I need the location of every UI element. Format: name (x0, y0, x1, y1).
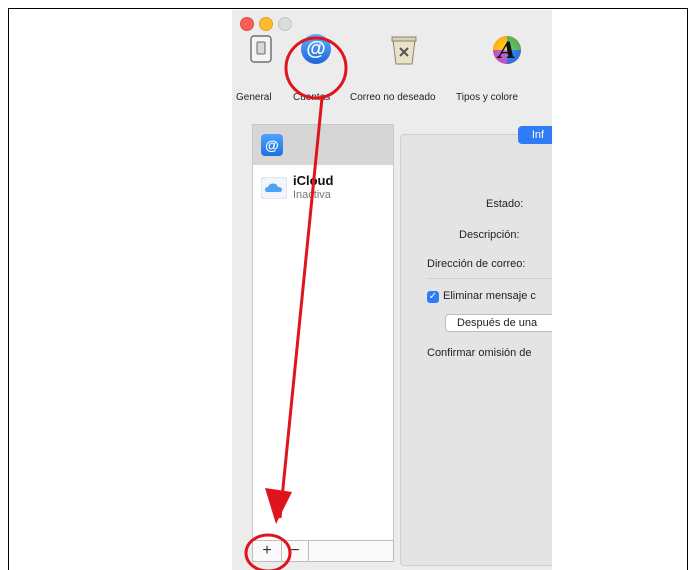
zoom-window-button[interactable] (278, 17, 292, 31)
despues-dropdown[interactable]: Después de una (445, 314, 552, 332)
fonts-colors-icon: A (493, 36, 521, 64)
selected-account-row[interactable]: @ (253, 125, 393, 165)
eliminar-checkbox[interactable]: ✓ (427, 291, 439, 303)
junk-bin-icon (391, 36, 417, 65)
accounts-list: @ iCloud Inactiva (252, 124, 394, 556)
remove-account-button[interactable]: − (282, 541, 309, 561)
despues-value: Después de una (457, 317, 538, 329)
toolbar-junk-label: Correo no deseado (350, 92, 436, 103)
toolbar-general[interactable] (246, 34, 276, 69)
confirmar-label: Confirmar omisión de (427, 347, 532, 359)
eliminar-label: Eliminar mensaje c (443, 290, 536, 302)
estado-label: Estado: (486, 198, 524, 210)
account-status: Inactiva (293, 189, 331, 201)
mail-preferences-window: General @ Cuentas Correo no deseado A Ti… (232, 10, 552, 570)
account-name: iCloud (293, 173, 334, 188)
toolbar-general-label: General (236, 92, 272, 103)
close-window-button[interactable] (240, 17, 254, 31)
accounts-list-buttons: + − (252, 540, 394, 562)
descripcion-label: Descripción: (459, 229, 520, 241)
add-account-button[interactable]: + (253, 541, 282, 561)
toolbar-cuentas-label: Cuentas (293, 92, 331, 103)
toolbar-fonts[interactable]: A (490, 34, 524, 71)
direccion-label: Dirección de correo: (427, 258, 526, 270)
tab-info[interactable]: Inf (518, 126, 552, 144)
toolbar-junk[interactable] (388, 34, 420, 71)
toolbar-cuentas[interactable]: @ (298, 34, 334, 64)
svg-text:A: A (496, 38, 515, 64)
at-icon: @ (301, 34, 331, 64)
switch-icon (250, 35, 272, 63)
account-at-icon: @ (261, 134, 283, 156)
list-item-icloud[interactable]: iCloud Inactiva (253, 169, 393, 207)
separator (427, 278, 552, 279)
icloud-icon (261, 177, 287, 199)
minimize-window-button[interactable] (259, 17, 273, 31)
toolbar-fonts-label: Tipos y colore (456, 92, 518, 103)
